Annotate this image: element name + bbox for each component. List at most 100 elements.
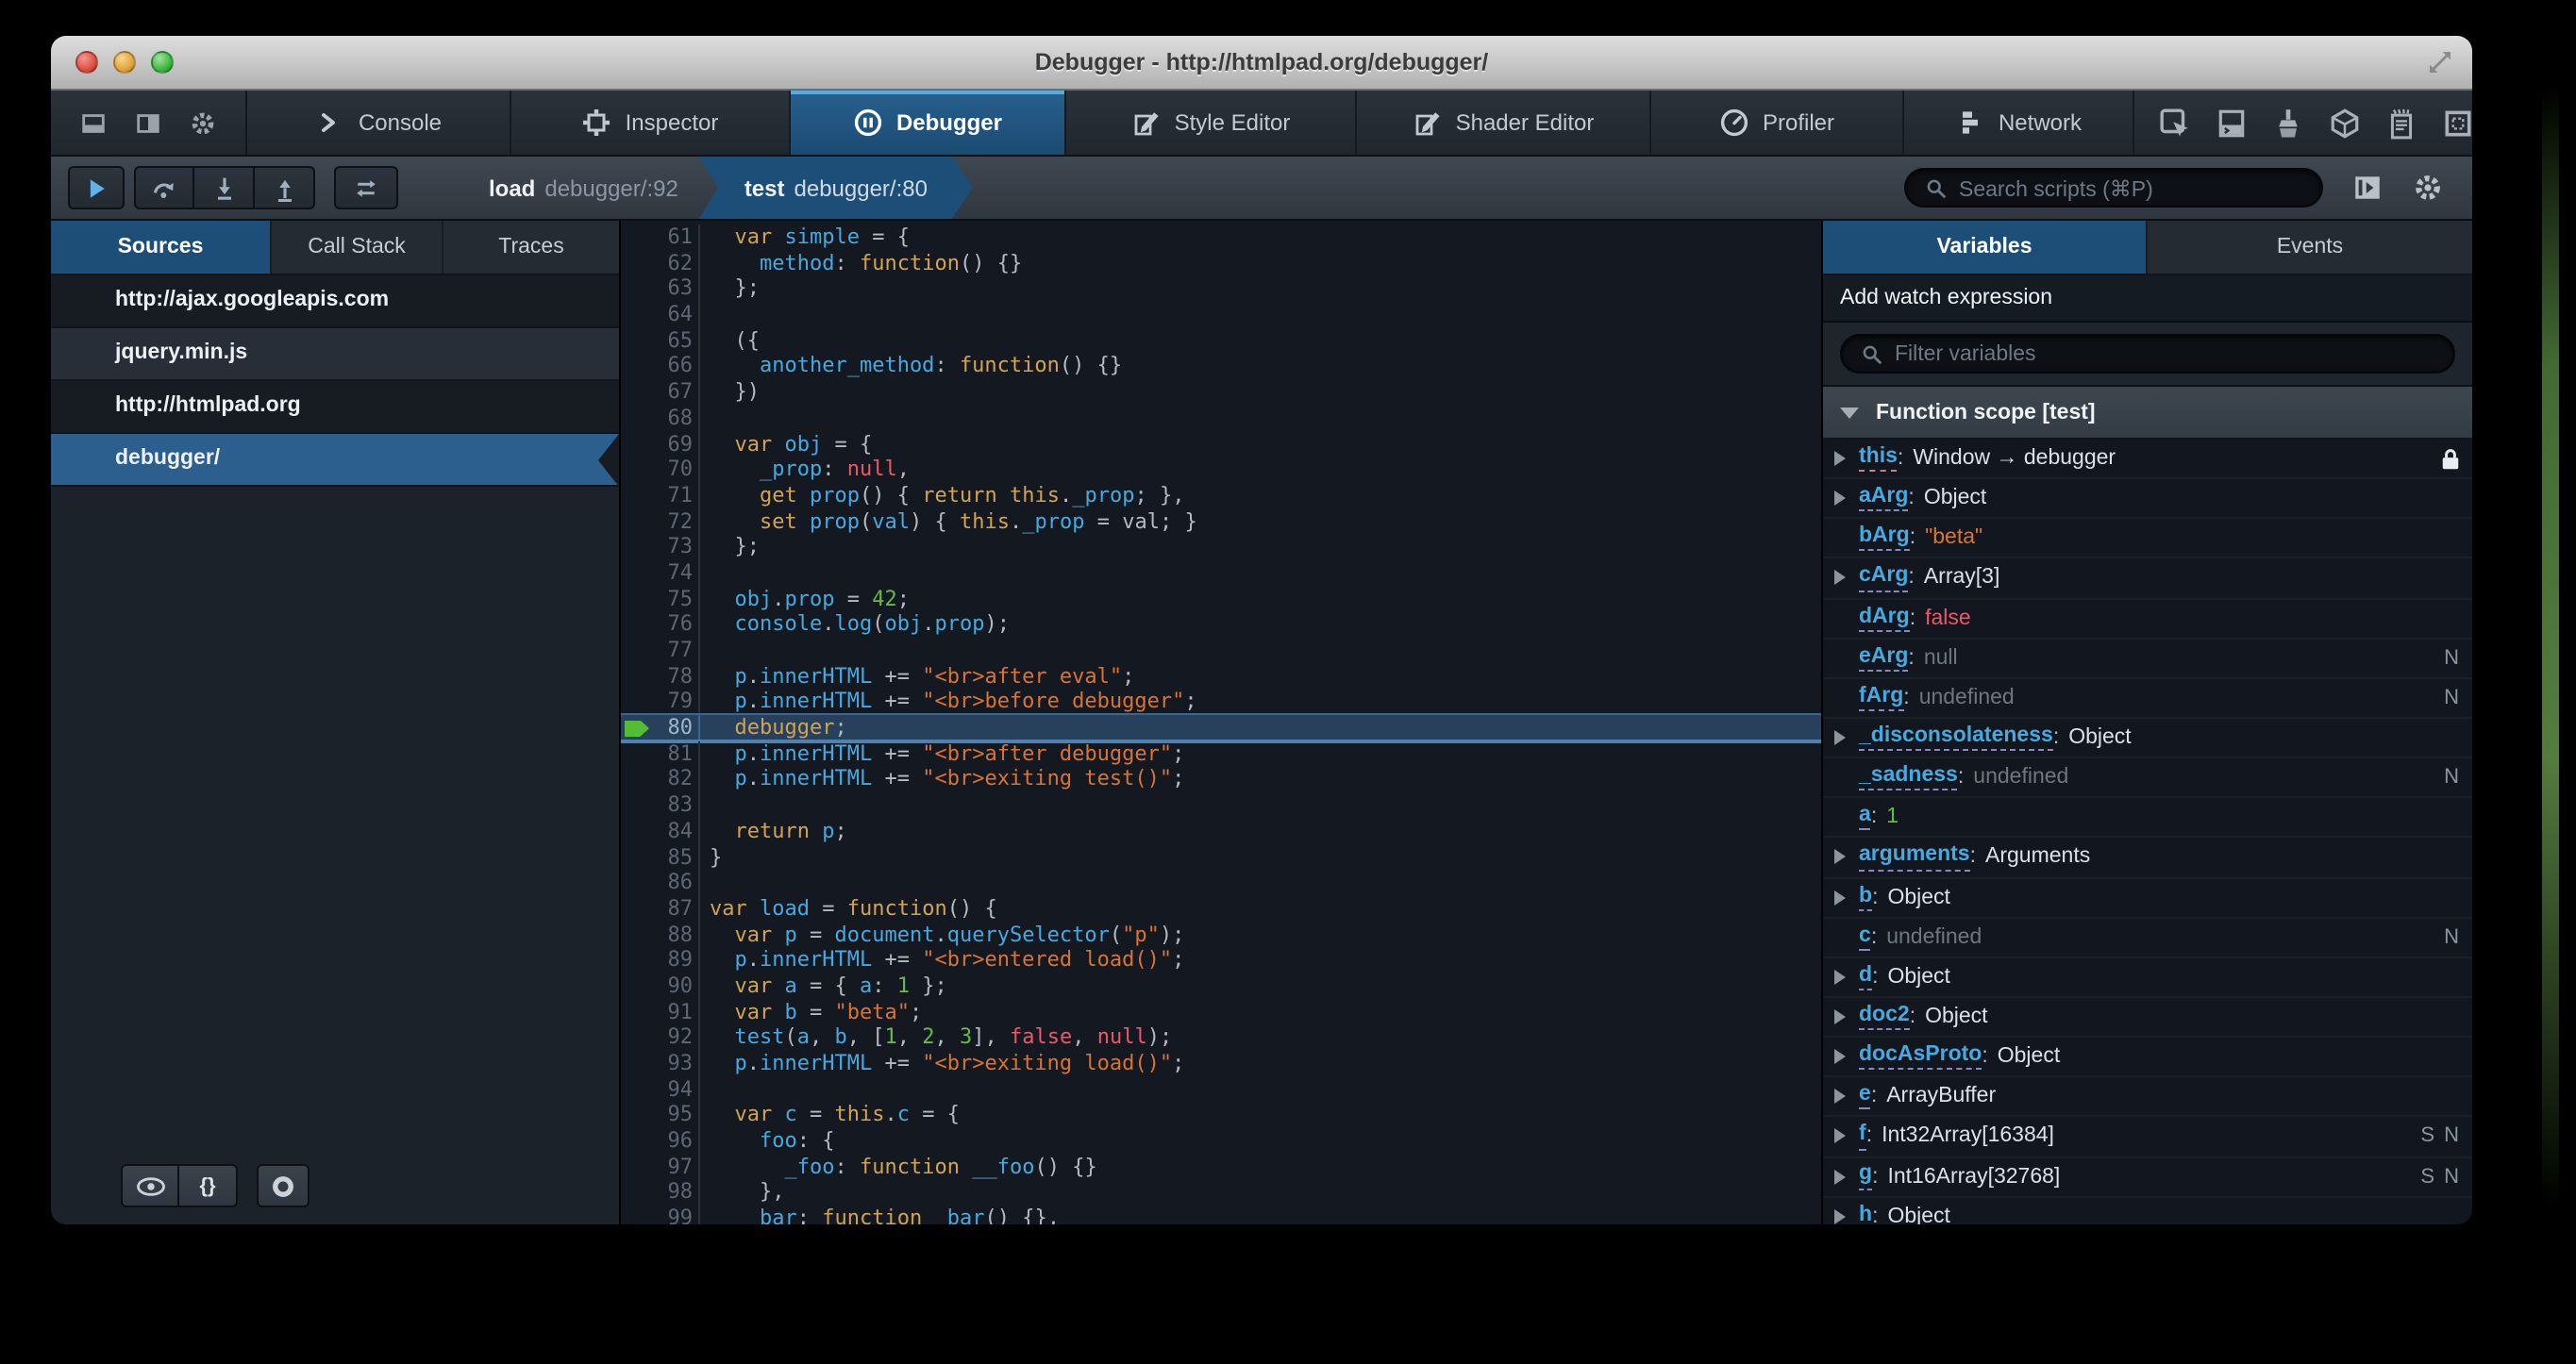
variable-value[interactable]: Array[3] [1924,567,2000,590]
variable-value[interactable]: Object [1887,886,1950,908]
variable-name[interactable]: bArg [1859,524,1910,552]
panel-toggle-icon[interactable] [2351,172,2384,204]
variable-value[interactable]: 1 [1886,807,1899,829]
source-item-http-htmlpad-org[interactable]: http://htmlpad.org [51,381,619,434]
code-line-83[interactable]: 83 [621,792,1821,819]
minimize-button[interactable] [113,51,136,74]
zoom-button[interactable] [151,51,174,74]
code-line-95[interactable]: 95 var c = this.c = { [621,1102,1821,1129]
expand-arrow-icon[interactable] [1834,969,1846,985]
code-line-93[interactable]: 93 p.innerHTML += "<br>exiting load()"; [621,1051,1821,1077]
line-number[interactable]: 78 [621,663,700,690]
code-line-86[interactable]: 86 [621,870,1821,896]
variable-row-darg[interactable]: dArg: false [1823,599,2472,640]
line-number[interactable]: 69 [621,431,700,457]
variable-name[interactable]: aArg [1859,485,1909,512]
code-line-77[interactable]: 77 [621,638,1821,664]
tab-inspector[interactable]: Inspector [511,91,791,155]
source-item-debugger[interactable]: debugger/ [51,433,619,487]
variable-row-b[interactable]: b: Object [1823,878,2472,919]
close-button[interactable] [75,51,98,74]
variable-row-sadness[interactable]: _sadness: undefined N [1823,758,2472,799]
line-number[interactable]: 82 [621,766,700,793]
expand-arrow-icon[interactable] [1834,1049,1846,1065]
code-line-91[interactable]: 91 var b = "beta"; [621,999,1821,1025]
variable-row-docasproto[interactable]: docAsProto: Object [1823,1038,2472,1078]
variable-row-e[interactable]: e: ArrayBuffer [1823,1078,2472,1118]
line-number[interactable]: 75 [621,586,700,612]
line-number[interactable]: 72 [621,508,700,535]
debugger-settings-gear-icon[interactable] [2412,172,2444,204]
variable-row-barg[interactable]: bArg: "beta" [1823,520,2472,559]
pick-element-icon[interactable] [2159,107,2191,139]
variable-row-disconsolateness[interactable]: _disconsolateness: Object [1823,719,2472,759]
code-line-94[interactable]: 94 [621,1076,1821,1103]
line-number[interactable]: 74 [621,559,700,587]
sources-tab-traces[interactable]: Traces [443,221,619,274]
line-number[interactable]: 76 [621,611,700,638]
line-number[interactable]: 85 [621,844,700,871]
expand-arrow-icon[interactable] [1834,849,1846,865]
code-line-81[interactable]: 81 p.innerHTML += "<br>after debugger"; [621,740,1821,767]
variable-value[interactable]: undefined [1919,687,2015,709]
add-watch-expression[interactable]: Add watch expression [1823,275,2472,323]
line-number[interactable]: 84 [621,818,700,844]
variable-row-a[interactable]: a:1 [1823,799,2472,839]
variable-name[interactable]: docAsProto [1859,1043,1982,1071]
code-line-92[interactable]: 92 test(a, b, [1, 2, 3], false, null); [621,1024,1821,1051]
line-number[interactable]: 93 [621,1051,700,1077]
variable-value[interactable]: Int16Array[32768] [1887,1165,2060,1188]
code-line-87[interactable]: 87 var load = function() { [621,895,1821,923]
blackbox-button[interactable] [334,166,398,209]
code-line-84[interactable]: 84 return p; [621,818,1821,844]
line-number[interactable]: 77 [621,638,700,664]
variable-name[interactable]: _disconsolateness [1859,724,2053,752]
line-number[interactable]: 61 [621,225,700,251]
line-number[interactable]: 81 [621,740,700,767]
code-line-62[interactable]: 62 method: function() {} [621,250,1821,276]
code-line-72[interactable]: 72 set prop(val) { this._prop = val; } [621,508,1821,535]
variable-name[interactable]: a [1859,804,1871,831]
variable-row-f[interactable]: f: Int32Array[16384] S N [1823,1118,2472,1158]
line-number[interactable]: 96 [621,1128,700,1155]
line-number[interactable]: 71 [621,482,700,509]
line-number[interactable]: 79 [621,689,700,716]
line-number[interactable]: 99 [621,1206,700,1224]
line-number[interactable]: 64 [621,302,700,328]
scratchpad-icon[interactable] [2385,107,2417,139]
variable-value[interactable]: Object [1998,1045,2061,1068]
breadcrumb-test[interactable]: test debugger/:80 [699,157,973,219]
line-number[interactable]: 98 [621,1179,700,1206]
breadcrumb-load[interactable]: load debugger/:92 [470,157,697,219]
variable-value[interactable]: Int32Array[16384] [1882,1125,2054,1148]
line-number[interactable]: 68 [621,405,700,431]
tilt-3d-icon[interactable] [2329,107,2361,139]
line-number[interactable]: 65 [621,327,700,354]
variable-row-farg[interactable]: fArg: undefined N [1823,679,2472,719]
variables-tab-events[interactable]: Events [2148,221,2472,274]
line-number[interactable]: 70 [621,457,700,483]
variable-name[interactable]: dArg [1859,605,1910,632]
line-number[interactable]: 73 [621,534,700,560]
variable-value[interactable]: Object [1924,487,1987,509]
variable-row-earg[interactable]: eArg: null N [1823,639,2472,679]
variable-value[interactable]: false [1925,607,1971,629]
source-item-jquery-min-js[interactable]: jquery.min.js [51,328,619,381]
variable-name[interactable]: doc2 [1859,1004,1910,1031]
tab-profiler[interactable]: Profiler [1651,91,1904,155]
source-item-http-ajax-googleapis-com[interactable]: http://ajax.googleapis.com [51,275,619,328]
expand-arrow-icon[interactable] [1834,1128,1846,1144]
variable-name[interactable]: g [1859,1163,1873,1190]
code-line-90[interactable]: 90 var a = { a: 1 }; [621,973,1821,1000]
variable-name[interactable]: h [1859,1203,1872,1224]
variable-name[interactable]: fArg [1859,685,1904,712]
expand-arrow-icon[interactable] [1834,890,1846,906]
variable-name[interactable]: b [1859,884,1873,911]
line-number[interactable]: 91 [621,999,700,1025]
scope-header[interactable]: Function scope [test] [1823,387,2472,440]
variable-value[interactable]: Arguments [1985,846,2090,869]
variable-value[interactable]: Object [1887,966,1950,989]
variable-value[interactable]: Object [2068,726,2132,749]
code-line-89[interactable]: 89 p.innerHTML += "<br>entered load()"; [621,947,1821,973]
variable-row-this[interactable]: this: Window → debugger [1823,440,2472,480]
